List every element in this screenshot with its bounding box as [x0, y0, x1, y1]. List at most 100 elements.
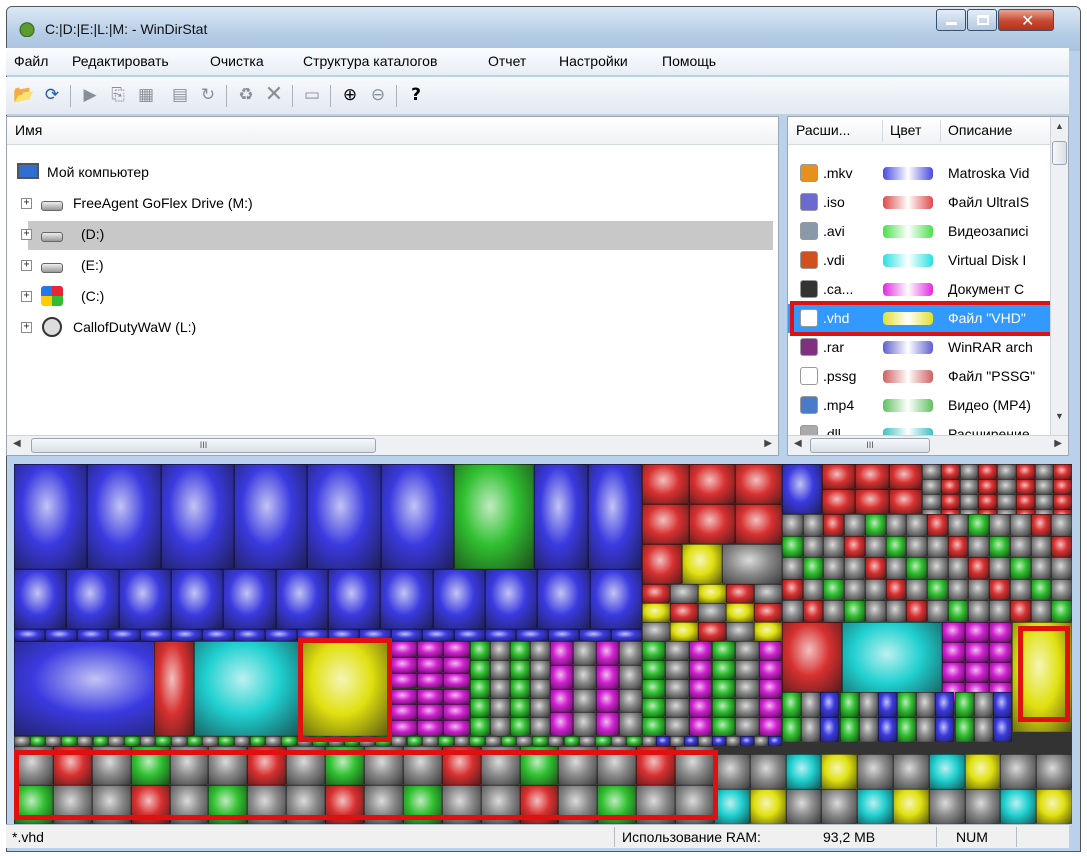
treemap-cell[interactable] [698, 603, 726, 622]
treemap-cell[interactable] [390, 629, 423, 641]
treemap-cell[interactable] [530, 717, 550, 736]
treemap-cell[interactable] [66, 569, 119, 629]
treemap-cell[interactable] [1000, 754, 1037, 789]
extension-vertical-scrollbar[interactable]: ▲ ▼ [1050, 117, 1068, 437]
treemap-cell[interactable] [1009, 578, 1031, 601]
treemap-cell[interactable] [959, 464, 979, 479]
treemap-cell[interactable] [537, 569, 590, 629]
treemap-cell[interactable] [964, 789, 1001, 824]
treemap-cell[interactable] [968, 514, 990, 536]
treemap-cell[interactable] [864, 578, 886, 601]
treemap-cell[interactable] [877, 717, 897, 742]
treemap-cell[interactable] [416, 672, 444, 689]
treemap-cell[interactable] [782, 717, 802, 742]
treemap-cell[interactable] [688, 698, 712, 717]
treemap-cell[interactable] [754, 622, 782, 641]
explorer-icon[interactable]: ▦ [134, 83, 158, 107]
treemap-cell[interactable] [642, 641, 666, 660]
treemap-cell[interactable] [935, 717, 955, 742]
treemap-cell[interactable] [714, 789, 750, 824]
treemap-cell[interactable] [470, 717, 490, 736]
treemap-cell[interactable] [490, 679, 510, 698]
treemap-cell[interactable] [642, 660, 666, 679]
treemap-cell[interactable] [857, 789, 893, 824]
treemap-cell[interactable] [390, 688, 417, 705]
treemap-cell[interactable] [530, 641, 550, 660]
treemap-cell[interactable] [885, 557, 907, 579]
treemap-cell[interactable] [947, 535, 969, 558]
treemap-cell[interactable] [596, 641, 619, 665]
treemap-cell[interactable] [954, 717, 974, 742]
treemap-cell[interactable] [1053, 494, 1072, 509]
treemap-cell[interactable] [844, 578, 865, 601]
treemap-cell[interactable] [92, 736, 109, 746]
treemap-cell[interactable] [108, 736, 124, 746]
treemap-cell[interactable] [118, 569, 171, 629]
treemap-cell[interactable] [988, 662, 1012, 682]
treemap-cell[interactable] [14, 736, 30, 746]
treemap-cell[interactable] [688, 641, 712, 660]
treemap-cell[interactable] [885, 514, 907, 536]
treemap-cell[interactable] [380, 464, 454, 569]
treemap-cell[interactable] [968, 578, 990, 601]
treemap-cell[interactable] [470, 679, 490, 698]
treemap-cell[interactable] [1051, 578, 1072, 601]
treemap-cell[interactable] [712, 717, 736, 736]
tree-row-drive-e[interactable]: + (E:) [7, 252, 778, 281]
treemap-cell[interactable] [443, 672, 470, 689]
treemap-cell[interactable] [855, 489, 889, 514]
treemap-cell[interactable] [823, 514, 845, 536]
treemap-cell[interactable] [801, 717, 821, 742]
treemap-cell[interactable] [202, 736, 219, 746]
help-icon[interactable]: ? [404, 83, 428, 107]
treemap-cell[interactable] [997, 479, 1016, 494]
treemap-cell[interactable] [1030, 578, 1052, 601]
treemap-cell[interactable] [610, 629, 642, 641]
menu-help[interactable]: Помощь [662, 53, 716, 69]
treemap-cell[interactable] [454, 464, 534, 569]
treemap-cell[interactable] [1009, 557, 1031, 579]
treemap-cell[interactable] [749, 789, 786, 824]
treemap-cell[interactable] [726, 603, 754, 622]
treemap-cell[interactable] [1030, 557, 1052, 579]
treemap-cell[interactable] [823, 535, 845, 558]
menu-cleanup[interactable]: Очистка [210, 53, 264, 69]
refresh-icon[interactable]: ⟳ [40, 83, 64, 107]
treemap-cell[interactable] [443, 704, 470, 721]
treemap-cell[interactable] [139, 629, 171, 641]
treemap-cell[interactable] [927, 535, 948, 558]
treemap-cell[interactable] [534, 464, 588, 569]
treemap-cell[interactable] [1030, 600, 1052, 622]
treemap-cell[interactable] [610, 736, 627, 746]
treemap-cell[interactable] [973, 692, 993, 717]
expand-icon[interactable]: + [21, 322, 32, 333]
treemap-cell[interactable] [942, 622, 966, 642]
treemap-cell[interactable] [596, 688, 619, 713]
treemap-cell[interactable] [453, 629, 485, 641]
menu-report[interactable]: Отчет [488, 53, 526, 69]
treemap-cell[interactable] [1034, 464, 1054, 479]
treemap-cell[interactable] [416, 688, 444, 705]
treemap-cell[interactable] [712, 660, 736, 679]
treemap-cell[interactable] [758, 698, 782, 717]
treemap-cell[interactable] [821, 789, 858, 824]
treemap-cell[interactable] [1053, 479, 1072, 494]
treemap-cell[interactable] [782, 464, 822, 514]
treemap-cell[interactable] [1030, 535, 1052, 558]
treemap-cell[interactable] [973, 717, 993, 742]
treemap-cell[interactable] [596, 712, 619, 736]
extension-row[interactable]: .mkv Matroska Vid [788, 159, 1052, 188]
treemap-cell[interactable] [171, 736, 187, 746]
treemap-cell[interactable] [390, 704, 417, 721]
treemap-cell[interactable] [234, 464, 308, 569]
recycle-bin-icon[interactable]: ♻ [234, 83, 258, 107]
treemap-cell[interactable] [735, 641, 759, 660]
treemap-cell[interactable] [802, 514, 824, 536]
treemap-cell[interactable] [858, 717, 878, 742]
treemap-cell[interactable] [619, 664, 642, 689]
treemap-cell[interactable] [1000, 789, 1037, 824]
copy-path-icon[interactable]: ⎘ [106, 83, 130, 107]
zoom-in-icon[interactable]: ⊕ [338, 83, 362, 107]
treemap-cell[interactable] [453, 736, 470, 746]
treemap-cell[interactable] [802, 578, 824, 601]
